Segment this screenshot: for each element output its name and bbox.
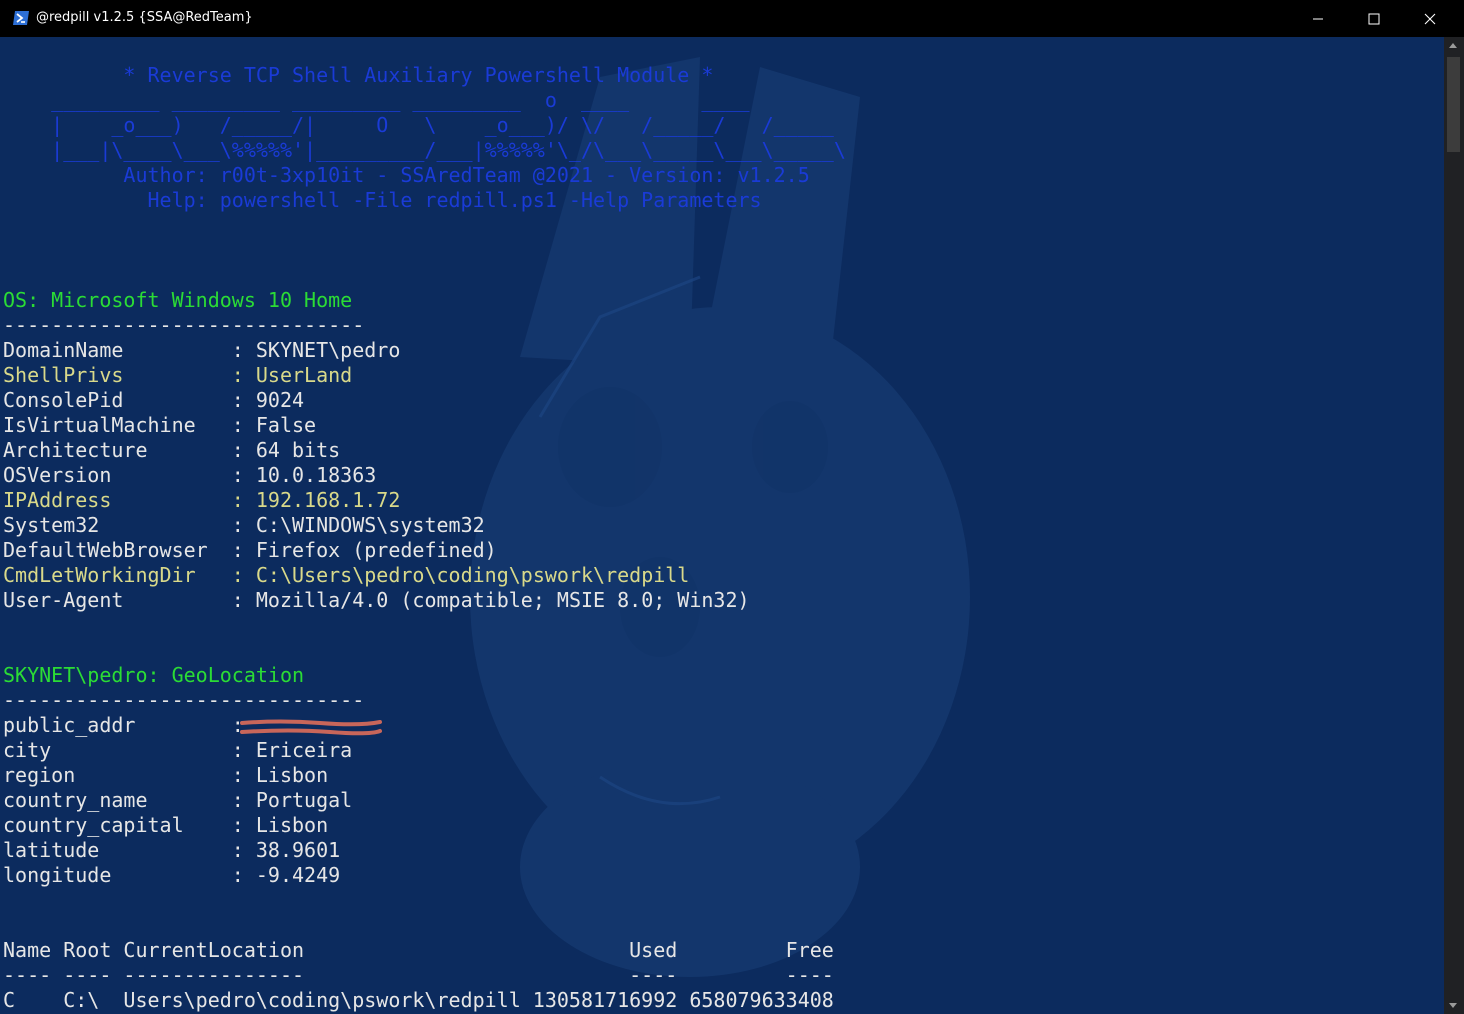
os-row-defaultwebbrowser: DefaultWebBrowser : Firefox (predefined) — [3, 538, 497, 562]
drive-table-underline: ---- ---- --------------- ---- ---- — [3, 963, 834, 987]
geo-row-longitude: longitude : -9.4249 — [3, 863, 341, 887]
window-title: @redpill v1.2.5 {SSA@RedTeam} — [36, 10, 253, 25]
title-bar: @redpill v1.2.5 {SSA@RedTeam} — [0, 0, 1464, 37]
banner-art-line-2: | _o___) /_____/| O \ _o___)/ \/ /_____/… — [3, 113, 834, 137]
scroll-up-icon[interactable] — [1449, 43, 1457, 48]
os-row-osversion: OSVersion : 10.0.18363 — [3, 463, 377, 487]
geo-row-region: region : Lisbon — [3, 763, 329, 787]
os-row-system32: System32 : C:\WINDOWS\system32 — [3, 513, 485, 537]
os-row-useragent: User-Agent : Mozilla/4.0 (compatible; MS… — [3, 588, 750, 612]
os-row-cmdletworkingdir: CmdLetWorkingDir : C:\Users\pedro\coding… — [3, 563, 690, 587]
os-section-separator: ------------------------------ — [3, 313, 365, 337]
os-row-architecture: Architecture : 64 bits — [3, 438, 341, 462]
os-row-domainname: DomainName : SKYNET\pedro — [3, 338, 401, 362]
banner-art-line-3: |___|\____\___\%%%%%'|_________/___|%%%%… — [3, 138, 846, 162]
close-icon — [1424, 13, 1436, 24]
banner-author-line: Author: r00t-3xp10it - SSAredTeam @2021 … — [3, 163, 810, 187]
maximize-icon — [1368, 13, 1380, 24]
vertical-scrollbar[interactable] — [1444, 37, 1464, 1014]
minimize-icon — [1313, 18, 1323, 19]
banner-help-line: Help: powershell -File redpill.ps1 -Help… — [3, 188, 762, 212]
os-row-shellprivs: ShellPrivs : UserLand — [3, 363, 353, 387]
os-row-ipaddress: IPAddress : 192.168.1.72 — [3, 488, 401, 512]
geo-row-latitude: latitude : 38.9601 — [3, 838, 341, 862]
geo-row-country-capital: country_capital : Lisbon — [3, 813, 329, 837]
banner-art-line-1: _________ _________ _________ _________ … — [3, 88, 750, 112]
scroll-down-icon[interactable] — [1449, 1003, 1457, 1008]
drive-table-header: Name Root CurrentLocation Used Free — [3, 938, 834, 962]
maximize-button[interactable] — [1346, 0, 1402, 37]
scrollbar-thumb[interactable] — [1447, 57, 1460, 152]
geo-row-city: city : Ericeira — [3, 738, 353, 762]
drive-table-row: C C:\ Users\pedro\coding\pswork\redpill … — [3, 988, 834, 1012]
geo-section-separator: ------------------------------ — [3, 688, 365, 712]
close-button[interactable] — [1402, 0, 1458, 37]
geo-row-public-addr: public_addr : — [3, 713, 256, 737]
os-row-consolepid: ConsolePid : 9024 — [3, 388, 305, 412]
os-section-header: OS: Microsoft Windows 10 Home — [3, 288, 353, 312]
minimize-button[interactable] — [1290, 0, 1346, 37]
banner-module-line: * Reverse TCP Shell Auxiliary Powershell… — [3, 63, 714, 87]
os-row-isvirtualmachine: IsVirtualMachine : False — [3, 413, 317, 437]
redaction-mark — [240, 719, 382, 736]
geo-section-header: SKYNET\pedro: GeoLocation — [3, 663, 305, 687]
powershell-icon — [12, 10, 30, 26]
terminal-window[interactable]: * Reverse TCP Shell Auxiliary Powershell… — [0, 37, 1444, 1014]
geo-row-country-name: country_name : Portugal — [3, 788, 353, 812]
